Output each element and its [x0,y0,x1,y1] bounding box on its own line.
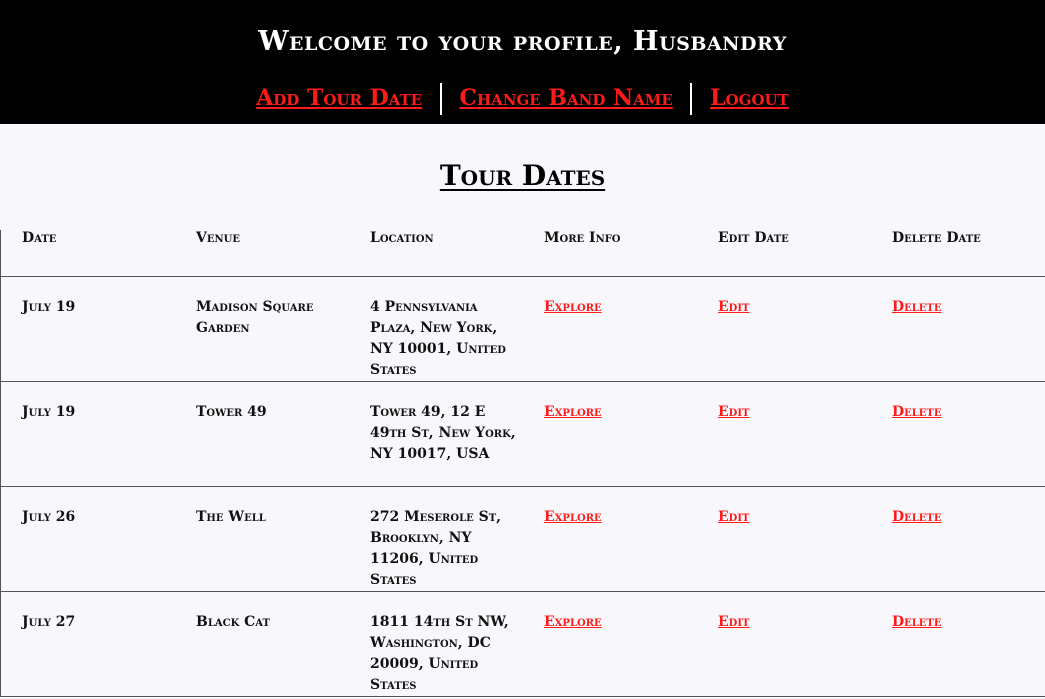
page-title: Tour Dates [0,158,1045,194]
welcome-heading: Welcome to your profile, Husbandry [258,26,787,57]
row-date: July 26 [0,486,175,592]
row-date: July 19 [0,381,175,487]
nav-divider [690,83,693,115]
page-header: Welcome to your profile, Husbandry Add T… [0,0,1045,124]
table-header-row: Date Venue Location More Info Edit Date … [0,230,1045,277]
edit-link[interactable]: Edit [718,299,749,315]
delete-link[interactable]: Delete [892,299,941,315]
row-date: July 27 [0,591,175,697]
column-header-more-info: More Info [523,230,697,277]
explore-link[interactable]: Explore [544,299,602,315]
column-header-location: Location [349,230,523,277]
row-venue: Tower 49 [175,381,349,487]
table-row: July 27 Black Cat 1811 14th St NW, Washi… [0,591,1045,697]
row-location: 272 Meserole St, Brooklyn, NY 11206, Uni… [349,486,523,592]
row-location: 4 Pennsylvania Plaza, New York, NY 10001… [349,276,523,382]
table-row: July 26 The Well 272 Meserole St, Brookl… [0,486,1045,592]
explore-link[interactable]: Explore [544,509,602,525]
nav-divider [439,83,442,115]
explore-link[interactable]: Explore [544,404,602,420]
row-location: 1811 14th St NW, Washington, DC 20009, U… [349,591,523,697]
column-header-date: Date [0,230,175,277]
delete-link[interactable]: Delete [892,614,941,630]
tour-dates-table: Date Venue Location More Info Edit Date … [0,230,1045,697]
row-venue: Black Cat [175,591,349,697]
explore-link[interactable]: Explore [544,614,602,630]
column-header-venue: Venue [175,230,349,277]
table-row: July 19 Tower 49 Tower 49, 12 E 49th St,… [0,381,1045,487]
row-venue: Madison Square Garden [175,276,349,382]
row-venue: The Well [175,486,349,592]
change-band-name-link[interactable]: Change Band Name [453,85,678,111]
column-header-delete-date: Delete Date [871,230,1045,277]
page-title-text: Tour Dates [439,159,606,192]
delete-link[interactable]: Delete [892,509,941,525]
row-location: Tower 49, 12 E 49th St, New York, NY 100… [349,381,523,487]
edit-link[interactable]: Edit [718,614,749,630]
row-date: July 19 [0,276,175,382]
add-tour-date-link[interactable]: Add Tour Date [250,85,428,111]
edit-link[interactable]: Edit [718,509,749,525]
table-row: July 19 Madison Square Garden 4 Pennsylv… [0,276,1045,382]
delete-link[interactable]: Delete [892,404,941,420]
edit-link[interactable]: Edit [718,404,749,420]
header-nav: Add Tour Date Change Band Name Logout [0,81,1045,115]
column-header-edit-date: Edit Date [697,230,871,277]
logout-link[interactable]: Logout [704,85,795,111]
